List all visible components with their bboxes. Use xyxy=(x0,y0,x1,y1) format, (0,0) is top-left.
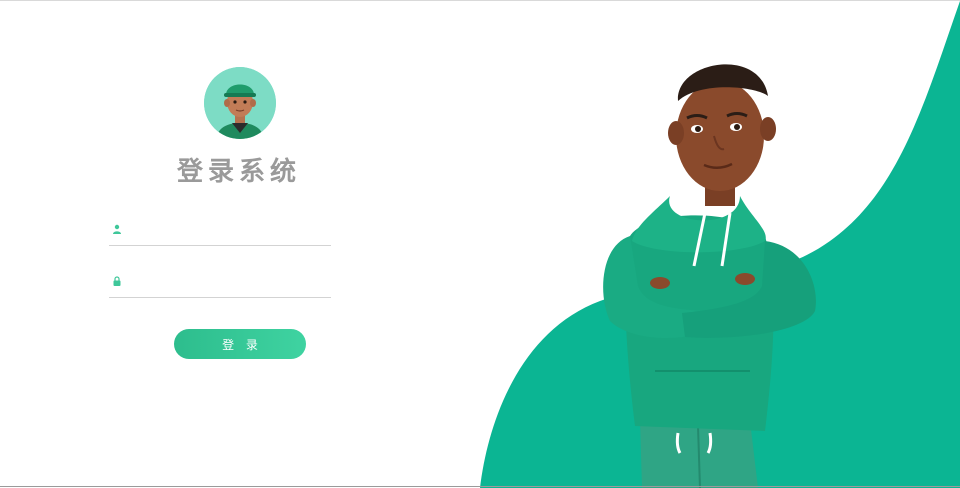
password-field xyxy=(109,271,331,298)
lock-icon xyxy=(113,276,121,286)
login-panel: 登录系统 登 录 xyxy=(100,61,380,381)
username-field xyxy=(109,219,331,246)
username-input[interactable] xyxy=(131,219,331,245)
password-input[interactable] xyxy=(131,271,331,297)
avatar xyxy=(204,67,276,139)
user-icon xyxy=(113,224,121,234)
login-button[interactable]: 登 录 xyxy=(174,329,306,359)
character-illustration xyxy=(603,64,816,488)
page-title: 登录系统 xyxy=(176,157,301,187)
